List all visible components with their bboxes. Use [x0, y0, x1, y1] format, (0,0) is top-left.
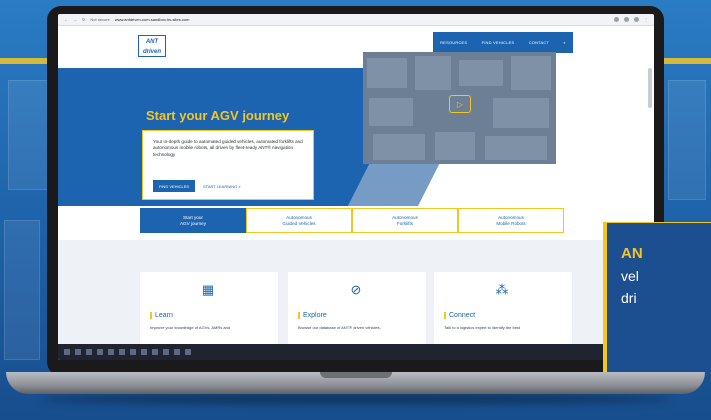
back-icon[interactable]: ← — [64, 17, 68, 22]
card-connect[interactable]: ⁂ Connect Talk to a logistics expert to … — [434, 272, 572, 352]
extension-icon[interactable] — [614, 17, 619, 22]
video-collage-tile — [493, 98, 549, 128]
card-explore[interactable]: ⊘ Explore Browse our database of ANT® dr… — [288, 272, 426, 352]
tab-agv-journey[interactable]: Start your AGV journey — [140, 208, 246, 233]
laptop-notch — [320, 372, 392, 378]
forward-icon[interactable]: → — [73, 17, 77, 22]
site-header: ANT driven RESOURCES FIND VEHICLES CONTA… — [58, 26, 654, 68]
main-nav: RESOURCES FIND VEHICLES CONTACT ⌕ — [433, 32, 573, 53]
nav-find-vehicles[interactable]: FIND VEHICLES — [482, 40, 515, 45]
hero-description: Your in-depth guide to automated guided … — [153, 139, 303, 157]
taskbar-app-icon[interactable] — [75, 349, 81, 355]
video-collage-tile — [511, 56, 551, 90]
page-scrollbar[interactable] — [648, 68, 652, 108]
taskbar-app-icon[interactable] — [141, 349, 147, 355]
card-text: Talk to a logistics expert to identify t… — [444, 325, 521, 330]
address-bar[interactable]: www.antdriven-com.sandbox.hs-sites.com — [115, 17, 609, 22]
windows-taskbar: ⌃ ◷ — [58, 344, 654, 360]
play-icon[interactable]: ▷ — [449, 95, 471, 113]
category-tabs: Start your AGV journey Autonomous Guided V… — [140, 208, 564, 233]
hero-title: Start your AGV journey — [146, 108, 290, 123]
start-icon[interactable] — [64, 349, 70, 355]
tab-line: Autonomous — [498, 214, 524, 220]
video-collage-tile — [415, 56, 451, 90]
video-collage-tile — [369, 98, 413, 126]
features-section: ▦ Learn Improve your knowledge of AGVs, … — [58, 240, 654, 352]
video-collage-tile — [485, 136, 547, 160]
tab-line: Start your — [183, 214, 203, 220]
background-panel — [4, 220, 40, 360]
calendar-icon: ▦ — [201, 282, 215, 297]
compass-icon: ⊘ — [350, 282, 362, 297]
taskbar-app-icon[interactable] — [174, 349, 180, 355]
laptop-screen: ← → ↻ Not secure www.antdriven-com.sandb… — [58, 14, 654, 360]
card-text: Browse our database of ANT® driven vehic… — [298, 325, 381, 330]
start-learning-link[interactable]: START LEARNING » — [203, 180, 241, 192]
background-panel — [668, 80, 706, 200]
overlay-callout: AN vel dri — [603, 222, 711, 372]
tab-guided-vehicles[interactable]: Autonomous Guided Vehicles — [246, 208, 352, 233]
tab-line: Forklifts — [396, 220, 414, 226]
hero-card: Your in-depth guide to automated guided … — [142, 130, 314, 200]
taskbar-app-icon[interactable] — [119, 349, 125, 355]
tab-line: Mobile Robots — [496, 220, 526, 226]
taskbar-app-icon[interactable] — [86, 349, 92, 355]
nav-contact[interactable]: CONTACT — [529, 40, 549, 45]
tab-forklifts[interactable]: Autonomous Forklifts — [352, 208, 458, 233]
taskbar-app-icon[interactable] — [185, 349, 191, 355]
video-collage-tile — [367, 58, 407, 88]
tab-mobile-robots[interactable]: Autonomous Mobile Robots — [458, 208, 564, 233]
site-logo[interactable]: ANT driven — [138, 35, 166, 57]
network-icon: ⁂ — [495, 282, 509, 297]
background-panel — [8, 80, 48, 190]
video-collage-tile — [373, 134, 425, 160]
menu-icon[interactable]: ⋮ — [644, 17, 648, 22]
taskbar-app-icon[interactable] — [97, 349, 103, 355]
taskbar-app-icon[interactable] — [108, 349, 114, 355]
tab-line: Autonomous — [392, 214, 418, 220]
callout-line: dri — [621, 290, 637, 306]
card-title: Connect — [444, 312, 475, 319]
find-vehicles-button[interactable]: FIND VEHICLES — [153, 180, 195, 192]
callout-line: AN — [621, 245, 643, 262]
card-title: Explore — [298, 312, 327, 319]
taskbar-app-icon[interactable] — [130, 349, 136, 355]
search-icon[interactable]: ⌕ — [563, 40, 565, 45]
video-thumbnail[interactable]: ▷ — [363, 52, 556, 164]
nav-resources[interactable]: RESOURCES — [440, 40, 467, 45]
profile-icon[interactable] — [634, 17, 639, 22]
taskbar-app-icon[interactable] — [163, 349, 169, 355]
browser-toolbar: ← → ↻ Not secure www.antdriven-com.sandb… — [58, 14, 654, 26]
security-label: Not secure — [90, 17, 110, 22]
callout-line: vel — [621, 268, 639, 284]
tab-line: Guided Vehicles — [282, 220, 316, 226]
tab-line: AGV journey — [179, 220, 207, 226]
card-title: Learn — [150, 312, 173, 319]
laptop-shadow — [40, 394, 671, 404]
hero-section: Start your AGV journey Your in-depth gui… — [58, 68, 654, 206]
card-text: Improve your knowledge of AGVs, AMRs and — [150, 325, 231, 330]
card-learn[interactable]: ▦ Learn Improve your knowledge of AGVs, … — [140, 272, 278, 352]
reload-icon[interactable]: ↻ — [82, 17, 85, 22]
extension-icon[interactable] — [624, 17, 629, 22]
taskbar-app-icon[interactable] — [152, 349, 158, 355]
logo-top: ANT — [145, 39, 159, 45]
logo-bottom: driven — [142, 49, 161, 55]
video-collage-tile — [435, 132, 475, 160]
video-collage-tile — [459, 60, 503, 86]
tab-line: Autonomous — [286, 214, 312, 220]
